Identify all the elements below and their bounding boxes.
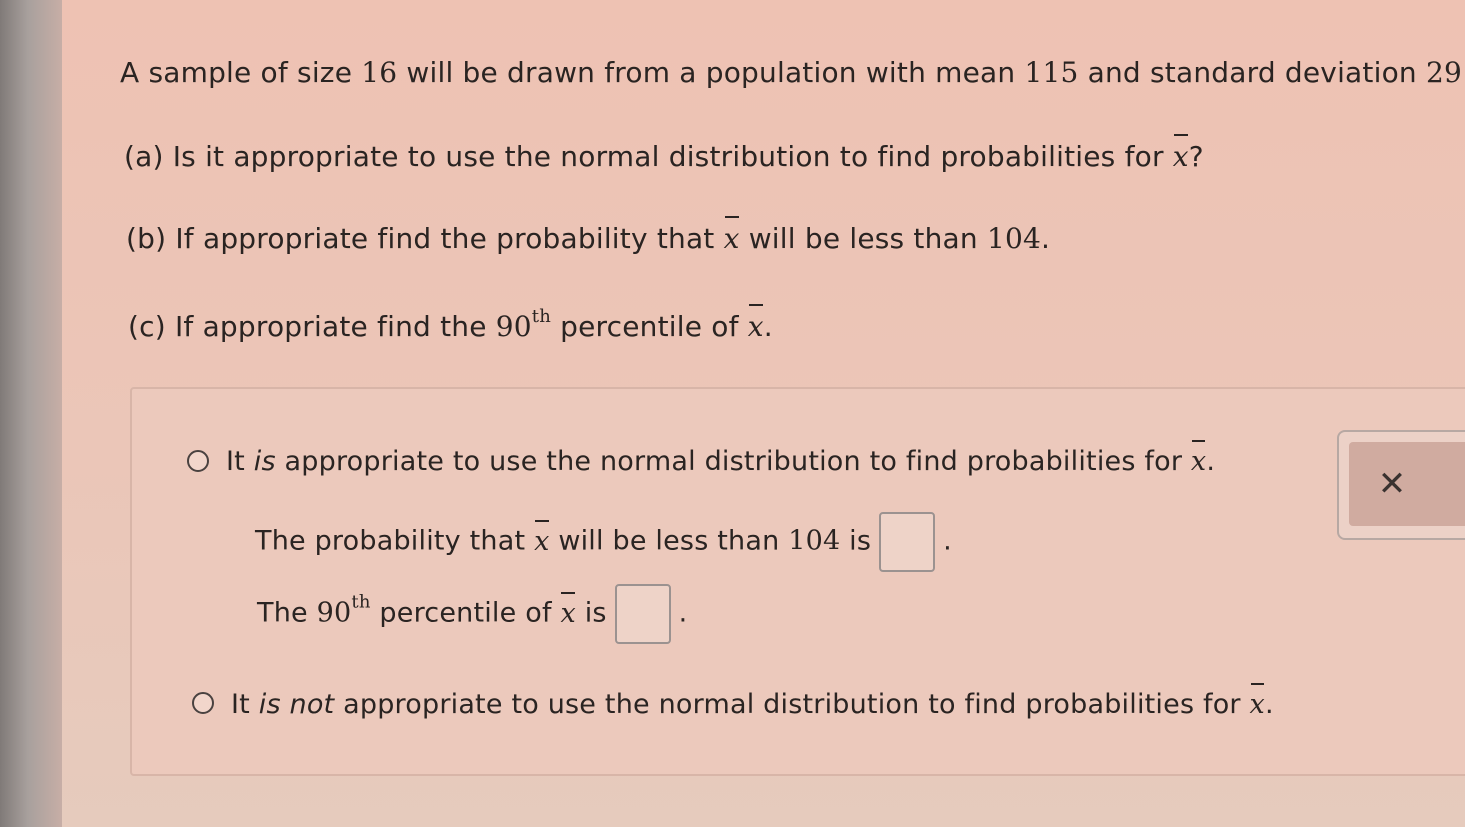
question-intro: A sample of size 16 will be drawn from a…: [120, 56, 1465, 89]
x-bar-symbol: x: [560, 591, 576, 629]
close-icon: ✕: [1377, 464, 1407, 504]
percentile-line: The 90th percentile of x is.: [257, 584, 687, 644]
x-bar-symbol: x: [1190, 440, 1207, 477]
clear-button[interactable]: ✕: [1349, 442, 1465, 526]
option-appropriate-label[interactable]: It is appropriate to use the normal dist…: [226, 440, 1215, 477]
question-part-a: (a) Is it appropriate to use the normal …: [124, 134, 1204, 173]
probability-line: The probability that x will be less than…: [255, 512, 952, 572]
option-appropriate-radio[interactable]: [187, 450, 209, 472]
question-part-c: (c) If appropriate find the 90th percent…: [128, 304, 773, 343]
option-not-appropriate-label[interactable]: It is not appropriate to use the normal …: [231, 683, 1274, 720]
x-bar-symbol: x: [1249, 683, 1265, 720]
monitor-bezel: [0, 0, 62, 827]
x-bar-symbol: x: [534, 519, 550, 557]
percentile-answer-input[interactable]: [614, 584, 671, 644]
question-part-b: (b) If appropriate find the probability …: [126, 216, 1051, 255]
x-bar-symbol: x: [747, 304, 764, 343]
option-not-appropriate-radio[interactable]: [192, 692, 214, 714]
x-bar-symbol: x: [723, 216, 740, 255]
probability-answer-input[interactable]: [879, 512, 936, 572]
x-bar-symbol: x: [1172, 134, 1189, 173]
